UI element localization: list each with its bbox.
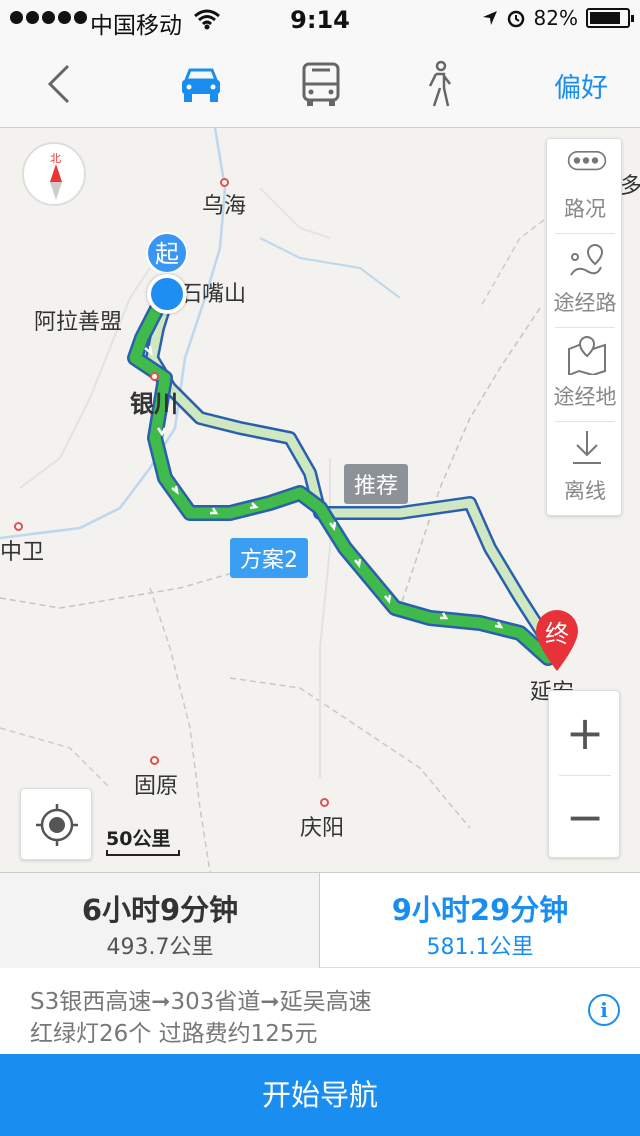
route-detail: S3银西高速➞303省道➞延吴高速 红绿灯26个 过路费约125元 i: [0, 968, 640, 1054]
chevron-left-icon[interactable]: [40, 62, 80, 106]
info-icon[interactable]: i: [588, 994, 620, 1026]
scale-bar: [106, 850, 180, 856]
route-2-time: 9小时29分钟: [391, 893, 569, 927]
via-place-icon: [568, 335, 606, 375]
battery-icon: [586, 8, 634, 28]
scale-label: 50公里: [106, 828, 171, 850]
compass-button[interactable]: 北: [22, 142, 86, 206]
city-wuhai: 乌海: [202, 194, 247, 219]
nav-bar: 偏好: [0, 40, 640, 128]
status-bar: 中国移动 9:14 82%: [0, 0, 640, 40]
battery-percent: 82%: [533, 6, 578, 30]
offline-button[interactable]: 离线: [547, 421, 623, 515]
city-dot-guyuan: [150, 756, 159, 765]
city-qingyang: 庆阳: [300, 816, 345, 841]
route-option-1[interactable]: 6小时9分钟 493.7公里: [0, 873, 320, 969]
via-place-label: 途经地: [553, 385, 617, 409]
city-dot-yinchuan: [150, 372, 159, 381]
via-place-button[interactable]: 途经地: [547, 327, 623, 421]
city-dot-qingyang: [320, 798, 329, 807]
map-canvas: [0, 128, 601, 872]
offline-label: 离线: [564, 479, 606, 503]
route-2-distance: 581.1公里: [426, 935, 534, 960]
download-icon: [573, 431, 601, 464]
city-guyuan: 固原: [134, 774, 179, 799]
recommend-tag[interactable]: 推荐: [344, 464, 409, 504]
crosshair-icon: [36, 804, 78, 846]
alt-route-tag[interactable]: 方案2: [230, 538, 308, 578]
end-pin-label: 终: [545, 620, 569, 648]
via-road-label: 途经路: [553, 291, 617, 315]
preference-button[interactable]: 偏好: [554, 66, 608, 105]
via-road-button[interactable]: 途经路: [547, 233, 623, 327]
city-dot-zhongwei: [14, 522, 23, 531]
compass-icon: [50, 164, 62, 200]
current-location-dot: [147, 274, 187, 314]
traffic-icon: [567, 151, 607, 171]
traffic-label: 路况: [564, 197, 606, 221]
city-dot-wuhai: [220, 178, 229, 187]
city-zhongwei: 中卫: [0, 540, 45, 565]
zoom-controls: + −: [548, 690, 620, 858]
via-road-icon: [570, 243, 604, 276]
route-extra: 红绿灯26个 过路费约125元: [30, 1021, 318, 1047]
screen: 中国移动 9:14 82% 偏好 乌海 石嘴山 阿拉善盟 银川 中卫 固原 庆阳…: [0, 0, 640, 1136]
car-icon[interactable]: [176, 60, 226, 110]
map-tool-panel: 路况 途经路 途经地 离线: [546, 138, 622, 516]
city-yinchuan: 银川: [130, 390, 178, 418]
locate-button[interactable]: [20, 788, 92, 860]
route-1-distance: 493.7公里: [106, 935, 214, 960]
start-navigation-button[interactable]: 开始导航: [0, 1054, 640, 1136]
route-options: 6小时9分钟 493.7公里 9小时29分钟 581.1公里: [0, 872, 640, 969]
start-pin: 起: [146, 232, 188, 274]
end-pin: 终: [534, 608, 580, 674]
zoom-in-button[interactable]: +: [549, 691, 621, 775]
traffic-button[interactable]: 路况: [547, 139, 623, 233]
city-shizuishan: 石嘴山: [180, 282, 247, 307]
route-option-2[interactable]: 9小时29分钟 581.1公里: [320, 873, 640, 969]
route-roads: S3银西高速➞303省道➞延吴高速: [30, 989, 372, 1015]
status-right: 82%: [482, 6, 634, 30]
alarm-icon: [507, 10, 524, 28]
city-edge-right: 多: [620, 174, 640, 199]
zoom-out-button[interactable]: −: [549, 775, 621, 859]
map[interactable]: 乌海 石嘴山 阿拉善盟 银川 中卫 固原 庆阳 延安 多 北: [0, 128, 640, 872]
bus-icon[interactable]: [296, 60, 346, 110]
route-1-time: 6小时9分钟: [81, 893, 239, 927]
location-arrow-icon: [482, 11, 497, 25]
walk-icon[interactable]: [414, 60, 464, 110]
city-alashan: 阿拉善盟: [34, 310, 123, 335]
